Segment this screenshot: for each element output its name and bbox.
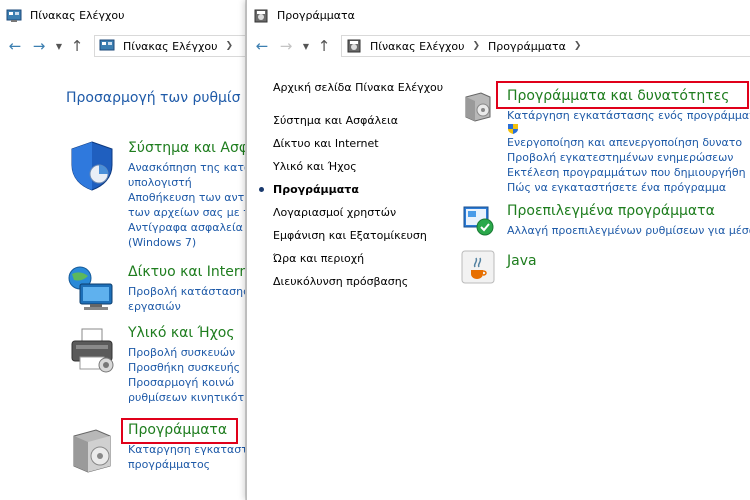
category-link[interactable]: Προσθήκη συσκευής xyxy=(128,360,244,375)
address-bar[interactable]: Πίνακας Ελέγχου ❯ Προγράμματα ❯ xyxy=(341,35,750,57)
address-bar[interactable]: Πίνακας Ελέγχου ❯ xyxy=(94,35,245,57)
category-link[interactable]: των αρχείων σας με τ xyxy=(128,205,245,220)
nav-clock-region[interactable]: Ώρα και περιοχή xyxy=(273,251,463,274)
uac-shield-icon xyxy=(507,123,519,135)
category-link[interactable]: Ανασκόπηση της κατα xyxy=(128,160,245,175)
up-arrow-icon[interactable]: ↑ xyxy=(68,37,86,55)
recent-dropdown-icon[interactable]: ▼ xyxy=(301,37,311,55)
forward-arrow-icon[interactable]: → xyxy=(277,37,295,55)
breadcrumb-separator-icon[interactable]: ❯ xyxy=(225,41,233,51)
category-title[interactable]: Σύστημα και Ασφ xyxy=(128,140,245,156)
highlight-programs-category xyxy=(121,418,238,444)
category-link[interactable]: Προβολή κατάστασης xyxy=(128,284,245,299)
programs-window: Προγράμματα ← → ▼ ↑ Πίνακας Ελέγχου ❯ Πρ… xyxy=(246,0,750,500)
programs-window-icon xyxy=(253,8,269,24)
section-title[interactable]: Java xyxy=(507,253,537,269)
nav-programs[interactable]: Προγράμματα xyxy=(259,182,463,205)
breadcrumb-programs[interactable]: Προγράμματα xyxy=(488,40,566,53)
programs-window-icon xyxy=(346,38,362,54)
nav-network-internet[interactable]: Δίκτυο και Internet xyxy=(273,136,463,159)
section-link[interactable]: Κατάργηση εγκατάστασης ενός προγράμματος xyxy=(507,108,750,123)
section-link[interactable]: Προβολή εγκατεστημένων ενημερώσεων xyxy=(507,150,750,165)
network-globe-icon xyxy=(66,264,118,316)
programs-box-icon xyxy=(66,422,118,474)
category-link[interactable]: Αντίγραφα ασφαλεία xyxy=(128,220,245,235)
category-link[interactable]: Προβολή συσκευών xyxy=(128,345,244,360)
breadcrumb-separator-icon[interactable]: ❯ xyxy=(574,41,582,51)
category-title[interactable]: Δίκτυο και Intern xyxy=(128,264,245,280)
programs-box-icon xyxy=(461,88,495,122)
printer-icon xyxy=(66,325,118,377)
back-arrow-icon[interactable]: ← xyxy=(6,37,24,55)
category-link[interactable]: Αποθήκευση των αντ xyxy=(128,190,245,205)
category-link[interactable]: εργασιών xyxy=(128,299,245,314)
category-link[interactable]: Προσαρμογή κοινώ xyxy=(128,375,244,390)
category-link[interactable]: προγράμματος xyxy=(128,457,245,472)
control-panel-icon xyxy=(6,8,22,24)
breadcrumb-control-panel[interactable]: Πίνακας Ελέγχου xyxy=(370,40,464,53)
section-link[interactable]: Πώς να εγκαταστήσετε ένα πρόγραμμα xyxy=(507,180,750,195)
back-arrow-icon[interactable]: ← xyxy=(253,37,271,55)
title-bar[interactable]: Προγράμματα xyxy=(247,0,750,31)
category-link[interactable]: υπολογιστή xyxy=(128,175,245,190)
nav-ease-of-access[interactable]: Διευκόλυνση πρόσβασης xyxy=(273,274,463,297)
section-link-text: Ενεργοποίηση και απενεργοποίηση δυνατο xyxy=(507,136,743,149)
page-heading: Προσαρμογή των ρυθμίσ xyxy=(66,90,241,106)
java-icon xyxy=(461,250,495,284)
section-link[interactable]: Ενεργοποίηση και απενεργοποίηση δυνατο xyxy=(507,123,750,150)
nav-user-accounts[interactable]: Λογαριασμοί χρηστών xyxy=(273,205,463,228)
section-link[interactable]: Εκτέλεση προγραμμάτων που δημιουργήθη xyxy=(507,165,750,180)
title-bar[interactable]: Πίνακας Ελέγχου xyxy=(0,0,245,31)
section-link[interactable]: Αλλαγή προεπιλεγμένων ρυθμίσεων για μέσα xyxy=(507,223,750,238)
nav-hardware-sound[interactable]: Υλικό και Ήχος xyxy=(273,159,463,182)
category-link[interactable]: (Windows 7) xyxy=(128,235,245,250)
nav-control-panel-home[interactable]: Αρχική σελίδα Πίνακα Ελέγχου xyxy=(273,80,463,113)
control-panel-icon xyxy=(99,38,115,54)
forward-arrow-icon[interactable]: → xyxy=(30,37,48,55)
control-panel-window: Πίνακας Ελέγχου ← → ▼ ↑ Πίνακας Ελέγχου … xyxy=(0,0,246,500)
breadcrumb-separator-icon[interactable]: ❯ xyxy=(472,41,480,51)
recent-dropdown-icon[interactable]: ▼ xyxy=(54,37,64,55)
category-link[interactable]: ρυθμίσεων κινητικότ xyxy=(128,390,244,405)
nav-system-security[interactable]: Σύστημα και Ασφάλεια xyxy=(273,113,463,136)
window-title: Πίνακας Ελέγχου xyxy=(30,9,125,22)
highlight-programs-features xyxy=(496,81,749,109)
window-title: Προγράμματα xyxy=(277,9,355,22)
shield-icon xyxy=(66,140,118,192)
section-title[interactable]: Προεπιλεγμένα προγράμματα xyxy=(507,203,715,219)
left-navigation: Αρχική σελίδα Πίνακα Ελέγχου Σύστημα και… xyxy=(259,80,463,297)
up-arrow-icon[interactable]: ↑ xyxy=(315,37,333,55)
category-link[interactable]: Καταργηση εγκαταστα xyxy=(128,442,245,457)
default-programs-check-icon xyxy=(461,203,495,237)
nav-appearance[interactable]: Εμφάνιση και Εξατομίκευση xyxy=(273,228,463,251)
breadcrumb-control-panel[interactable]: Πίνακας Ελέγχου xyxy=(123,40,217,53)
category-title[interactable]: Υλικό και Ήχος xyxy=(128,325,235,341)
navigation-bar: ← → ▼ ↑ Πίνακας Ελέγχου ❯ Προγράμματα ❯ xyxy=(247,31,750,61)
navigation-bar: ← → ▼ ↑ Πίνακας Ελέγχου ❯ xyxy=(0,31,245,61)
